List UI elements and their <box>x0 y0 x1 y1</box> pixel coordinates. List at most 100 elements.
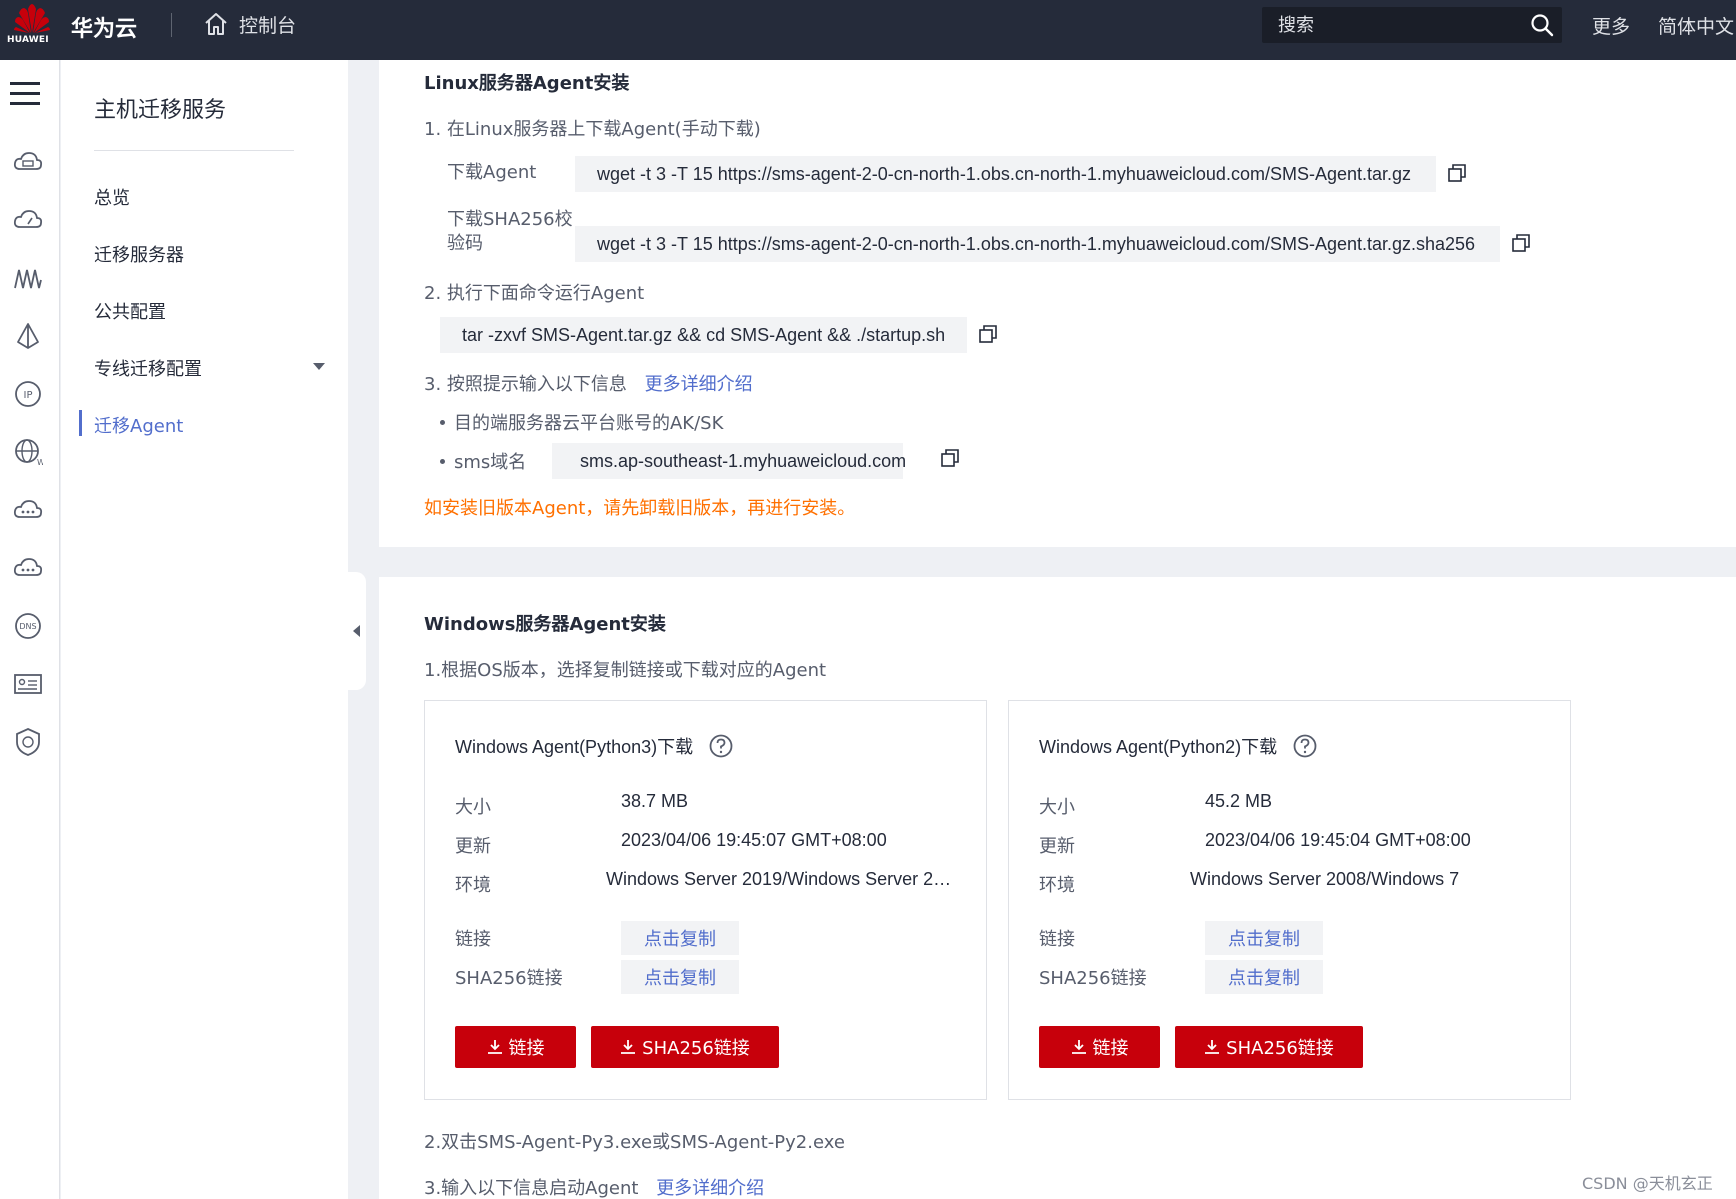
sms-domain-value[interactable]: sms.ap-southeast-1.myhuaweicloud.com <box>552 443 907 479</box>
agent-title-text: Windows Agent(Python2)下载 <box>1039 737 1278 757</box>
download-icon <box>1071 1040 1086 1054</box>
nav-item-migrate-servers[interactable]: 迁移服务器 <box>94 241 184 267</box>
console-label: 控制台 <box>239 14 297 37</box>
ip-icon[interactable]: IP <box>12 378 44 410</box>
update-value: 2023/04/06 19:45:07 GMT+08:00 <box>621 830 887 850</box>
service-icon-rail: IP W DNS <box>0 60 60 1199</box>
agent-card-python3: Windows Agent(Python3)下载 大小 38.7 MB 更新 2… <box>424 700 987 1100</box>
nav-item-migration-agent[interactable]: 迁移Agent <box>94 412 183 438</box>
link-label: 链接 <box>455 929 491 950</box>
id-card-icon[interactable] <box>12 668 44 700</box>
download-sha-label: 下载SHA256校 验码 <box>447 208 573 256</box>
update-label: 更新 <box>455 836 491 857</box>
download-sha-button[interactable]: SHA256链接 <box>1175 1026 1363 1068</box>
download-sha-command[interactable]: wget -t 3 -T 15 https://sms-agent-2-0-cn… <box>575 226 1500 262</box>
download-sha-label: SHA256链接 <box>642 1038 750 1059</box>
linux-section-title: Linux服务器Agent安装 <box>424 73 630 94</box>
help-icon[interactable] <box>709 734 733 758</box>
copy-link-button[interactable]: 点击复制 <box>621 921 739 955</box>
agent-title-text: Windows Agent(Python3)下载 <box>455 737 694 757</box>
more-details-link[interactable]: 更多详细介绍 <box>656 1178 764 1199</box>
cloud-dots-2-icon[interactable] <box>12 552 44 584</box>
windows-agent-section: Windows服务器Agent安装 1.根据OS版本，选择复制链接或下载对应的A… <box>379 577 1736 1199</box>
link-label: 链接 <box>1039 929 1075 950</box>
copy-link-button[interactable]: 点击复制 <box>1205 921 1323 955</box>
active-indicator <box>79 410 82 436</box>
bullet <box>440 420 445 425</box>
brand-name[interactable]: 华为云 <box>71 11 137 43</box>
sms-domain-label: sms域名 <box>454 452 527 473</box>
copy-icon[interactable] <box>941 449 959 467</box>
download-sha-command-text: wget -t 3 -T 15 https://sms-agent-2-0-cn… <box>597 233 1476 254</box>
chevron-down-icon[interactable] <box>313 363 325 370</box>
run-agent-command-text: tar -zxvf SMS-Agent.tar.gz && cd SMS-Age… <box>462 324 946 345</box>
logo-text: HUAWEI <box>7 35 49 45</box>
size-value: 45.2 MB <box>1205 791 1273 811</box>
huawei-flower-icon <box>14 4 50 33</box>
copy-icon[interactable] <box>1512 234 1530 252</box>
network-icon[interactable] <box>12 320 44 352</box>
console-link[interactable]: 控制台 <box>203 10 296 38</box>
copy-icon[interactable] <box>979 325 997 343</box>
help-icon[interactable] <box>1293 734 1317 758</box>
linux-step-1: 1. 在Linux服务器上下载Agent(手动下载) <box>424 119 761 140</box>
windows-step-1: 1.根据OS版本，选择复制链接或下载对应的Agent <box>424 660 827 681</box>
download-link-button[interactable]: 链接 <box>455 1026 576 1068</box>
linux-step-3: 3. 按照提示输入以下信息 更多详细介绍 <box>424 370 753 396</box>
copy-sha-link-button[interactable]: 点击复制 <box>1205 960 1323 994</box>
nav-item-dedicated-line-config[interactable]: 专线迁移配置 <box>94 355 202 381</box>
service-nav-panel: 主机迁移服务 总览 迁移服务器 公共配置 专线迁移配置 迁移Agent <box>61 60 348 1199</box>
agent-title: Windows Agent(Python3)下载 <box>455 733 733 759</box>
windows-step-3: 3.输入以下信息启动Agent 更多详细介绍 <box>424 1174 764 1199</box>
top-bar: HUAWEI 华为云 控制台 更多 简体中文 <box>0 0 1736 60</box>
size-label: 大小 <box>1039 797 1075 818</box>
cloud-server-icon[interactable] <box>12 146 44 178</box>
more-details-link[interactable]: 更多详细介绍 <box>645 374 753 395</box>
env-value: Windows Server 2008/Windows 7 <box>1190 869 1460 889</box>
update-label: 更新 <box>1039 836 1075 857</box>
size-value: 38.7 MB <box>621 791 689 811</box>
download-sha-label: SHA256链接 <box>1226 1038 1334 1059</box>
nav-item-overview[interactable]: 总览 <box>94 184 130 210</box>
nav-item-public-config[interactable]: 公共配置 <box>94 298 166 324</box>
more-menu[interactable]: 更多 <box>1592 12 1630 39</box>
huawei-logo[interactable]: HUAWEI <box>4 0 56 60</box>
copy-icon[interactable] <box>1448 164 1466 182</box>
download-agent-command-text: wget -t 3 -T 15 https://sms-agent-2-0-cn… <box>597 163 1412 184</box>
search-input[interactable] <box>1262 7 1522 43</box>
collapse-arrow-icon <box>353 625 360 637</box>
language-switch[interactable]: 简体中文 <box>1658 12 1734 39</box>
download-link-label: 链接 <box>1092 1038 1129 1059</box>
svg-text:DNS: DNS <box>19 622 36 631</box>
agent-card-python2: Windows Agent(Python2)下载 大小 45.2 MB 更新 2… <box>1008 700 1571 1100</box>
sha-link-label: SHA256链接 <box>455 968 563 989</box>
size-label: 大小 <box>455 797 491 818</box>
update-value: 2023/04/06 19:45:04 GMT+08:00 <box>1205 830 1471 850</box>
linux-agent-section: Linux服务器Agent安装 1. 在Linux服务器上下载Agent(手动下… <box>379 60 1736 547</box>
env-label: 环境 <box>1039 875 1075 896</box>
globe-w-icon[interactable]: W <box>12 436 44 468</box>
dns-icon[interactable]: DNS <box>12 610 44 642</box>
run-agent-command[interactable]: tar -zxvf SMS-Agent.tar.gz && cd SMS-Age… <box>440 317 967 353</box>
windows-step-2: 2.双击SMS-Agent-Py3.exe或SMS-Agent-Py2.exe <box>424 1132 845 1153</box>
env-label: 环境 <box>455 875 491 896</box>
shield-icon[interactable] <box>12 726 44 758</box>
linux-step-2: 2. 执行下面命令运行Agent <box>424 283 645 304</box>
sms-domain-text: sms.ap-southeast-1.myhuaweicloud.com <box>580 450 907 471</box>
menu-icon[interactable] <box>10 80 40 106</box>
download-link-label: 链接 <box>508 1038 545 1059</box>
copy-sha-link-button[interactable]: 点击复制 <box>621 960 739 994</box>
waveform-icon[interactable] <box>12 262 44 294</box>
sha-link-label: SHA256链接 <box>1039 968 1147 989</box>
cloud-speed-icon[interactable] <box>12 204 44 236</box>
download-agent-command[interactable]: wget -t 3 -T 15 https://sms-agent-2-0-cn… <box>575 156 1436 192</box>
cloud-dots-icon[interactable] <box>12 494 44 526</box>
windows-step-3-text: 3.输入以下信息启动Agent <box>424 1178 639 1199</box>
collapse-sidebar-button[interactable] <box>348 572 366 690</box>
download-link-button[interactable]: 链接 <box>1039 1026 1160 1068</box>
topbar-divider <box>171 13 172 37</box>
bullet <box>440 459 445 464</box>
download-agent-label: 下载Agent <box>447 162 537 183</box>
search-icon[interactable] <box>1530 13 1554 37</box>
download-sha-button[interactable]: SHA256链接 <box>591 1026 779 1068</box>
